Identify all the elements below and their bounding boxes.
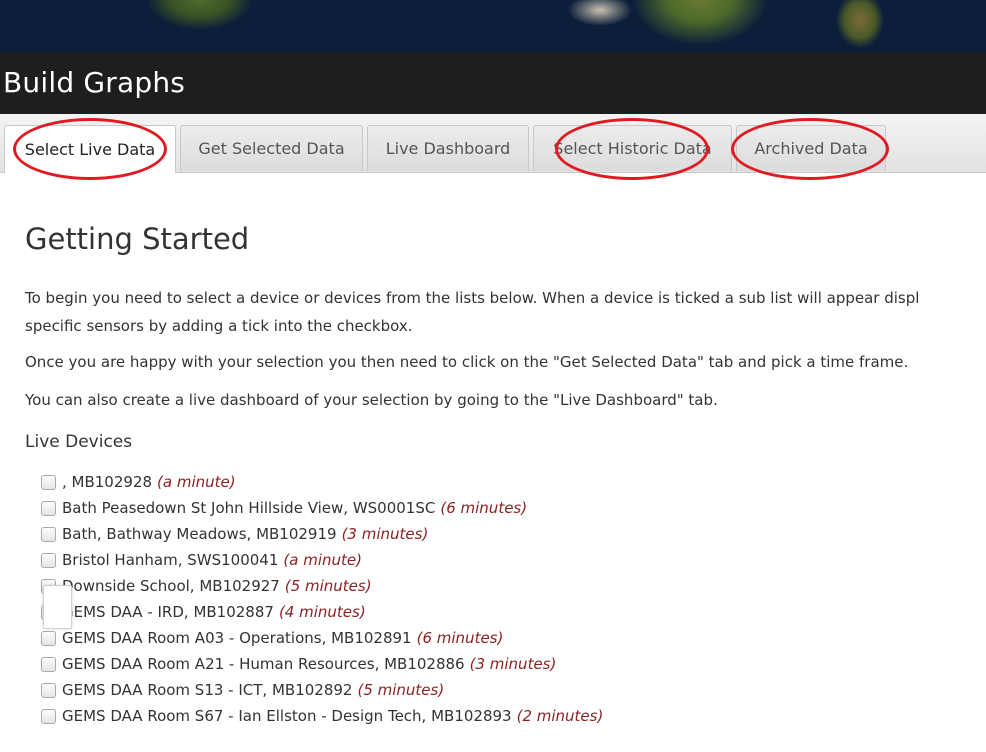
device-name: GEMS DAA Room A21 - Human Resources, MB1… — [62, 655, 465, 673]
tab-get-selected-data[interactable]: Get Selected Data — [180, 125, 363, 171]
device-name: GEMS DAA Room S13 - ICT, MB102892 — [62, 681, 353, 699]
device-last-seen: (4 minutes) — [278, 603, 366, 621]
device-name: Bath Peasedown St John Hillside View, WS… — [62, 499, 436, 517]
main-content: Getting Started To begin you need to sel… — [25, 222, 986, 725]
device-item: Bristol Hanham, SWS100041 (a minute) — [41, 547, 603, 573]
device-last-seen: (5 minutes) — [357, 681, 445, 699]
device-item: GEMS DAA Room S13 - ICT, MB102892 (5 minu… — [41, 677, 603, 703]
tab-select-historic-data[interactable]: Select Historic Data — [533, 125, 732, 171]
device-name: Bristol Hanham, SWS100041 — [62, 551, 279, 569]
device-checkbox[interactable] — [41, 526, 56, 542]
device-last-seen: (5 minutes) — [284, 577, 372, 595]
intro-line-2: specific sensors by adding a tick into t… — [25, 317, 413, 335]
device-item: GEMS DAA Room A03 - Operations, MB102891… — [41, 625, 603, 651]
title-bar: Build Graphs — [0, 52, 986, 114]
device-name: Downside School, MB102927 — [62, 577, 280, 595]
selection-paragraph: Once you are happy with your selection y… — [25, 353, 909, 371]
device-last-seen: (6 minutes) — [440, 499, 528, 517]
device-name: GEMS DAA Room S67 - Ian Ellston - Design… — [62, 707, 512, 725]
live-devices-heading: Live Devices — [25, 432, 133, 452]
device-item: Downside School, MB102927 (5 minutes) — [41, 573, 603, 599]
device-last-seen: (3 minutes) — [469, 655, 557, 673]
device-checkbox[interactable] — [41, 630, 56, 646]
device-name: Bath, Bathway Meadows, MB102919 — [62, 525, 337, 543]
getting-started-heading: Getting Started — [25, 222, 250, 256]
device-last-seen: (2 minutes) — [516, 707, 604, 725]
device-last-seen: (a minute) — [157, 473, 236, 491]
device-name: , MB102928 — [62, 473, 153, 491]
device-checkbox[interactable] — [41, 708, 56, 724]
device-item: Bath Peasedown St John Hillside View, WS… — [41, 495, 603, 521]
device-checkbox[interactable] — [41, 682, 56, 698]
device-checkbox[interactable] — [41, 656, 56, 672]
device-checkbox[interactable] — [41, 500, 56, 516]
intro-line-1: To begin you need to select a device or … — [25, 289, 920, 307]
device-item: GEMS DAA Room S67 - Ian Ellston - Design… — [41, 703, 603, 729]
device-item: GEMS DAA - IRD, MB102887 (4 minutes) — [41, 599, 603, 625]
hover-tooltip-box — [43, 585, 72, 629]
device-last-seen: (a minute) — [283, 551, 362, 569]
device-last-seen: (6 minutes) — [416, 629, 504, 647]
device-item: Bath, Bathway Meadows, MB102919 (3 minute… — [41, 521, 603, 547]
device-checkbox[interactable] — [41, 474, 56, 490]
tab-select-live-data[interactable]: Select Live Data — [4, 125, 176, 173]
device-last-seen: (3 minutes) — [341, 525, 429, 543]
intro-paragraph: To begin you need to select a device or … — [25, 284, 919, 340]
device-name: GEMS DAA Room A03 - Operations, MB102891 — [62, 629, 412, 647]
device-name: GEMS DAA - IRD, MB102887 — [62, 603, 274, 621]
tab-archived-data[interactable]: Archived Data — [736, 125, 886, 171]
device-checkbox[interactable] — [41, 552, 56, 568]
tab-live-dashboard[interactable]: Live Dashboard — [367, 125, 529, 171]
tab-bar: Select Live Data Get Selected Data Live … — [0, 114, 986, 173]
page-title: Build Graphs — [3, 66, 186, 99]
device-list: , MB102928 (a minute) Bath Peasedown St J… — [41, 469, 603, 729]
device-item: , MB102928 (a minute) — [41, 469, 603, 495]
satellite-banner-image — [0, 0, 986, 52]
dashboard-paragraph: You can also create a live dashboard of … — [25, 391, 718, 409]
device-item: GEMS DAA Room A21 - Human Resources, MB1… — [41, 651, 603, 677]
